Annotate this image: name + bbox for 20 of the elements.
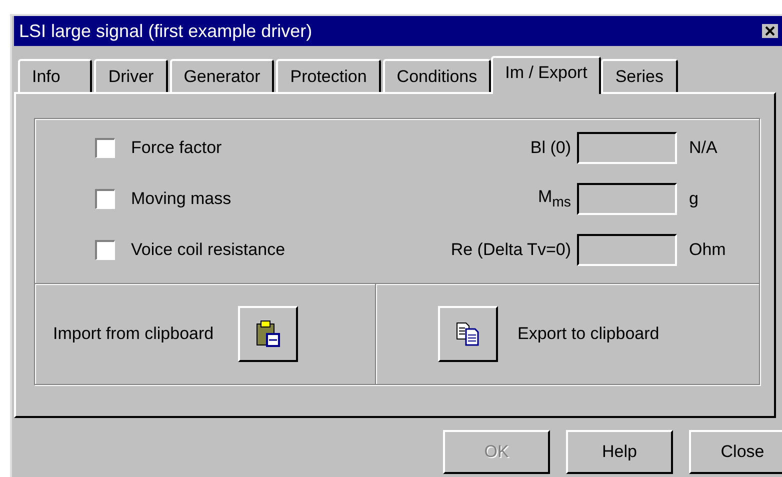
parameter-label: M$_{ms}$	[536, 187, 571, 211]
unit-label: N/A	[689, 138, 718, 158]
window-title: LSI large signal (first example driver)	[19, 20, 312, 42]
tab[interactable]: Series	[601, 59, 678, 92]
tab[interactable]: Im / Export	[491, 56, 602, 94]
export-label: Export to clipboard	[518, 324, 660, 344]
dialog-button[interactable]: Help	[566, 430, 673, 474]
tab[interactable]: Info	[18, 59, 92, 92]
tab[interactable]: Driver	[94, 59, 168, 92]
parameter-label: Re (Delta Tv=0)	[450, 240, 571, 260]
checkbox-label: Force factor	[131, 138, 223, 158]
import-label: Import from clipboard	[53, 324, 214, 344]
unit-label: Ohm	[689, 240, 726, 260]
unit-label: g	[689, 189, 698, 209]
dialog-button[interactable]: Close	[689, 430, 782, 474]
parameter-label: Bl (0)	[529, 138, 571, 158]
checkbox-label: Voice coil resistance	[131, 240, 286, 260]
tab[interactable]: Generator	[170, 59, 274, 92]
tab[interactable]: Protection	[276, 59, 381, 92]
checkbox-label: Moving mass	[131, 189, 232, 209]
